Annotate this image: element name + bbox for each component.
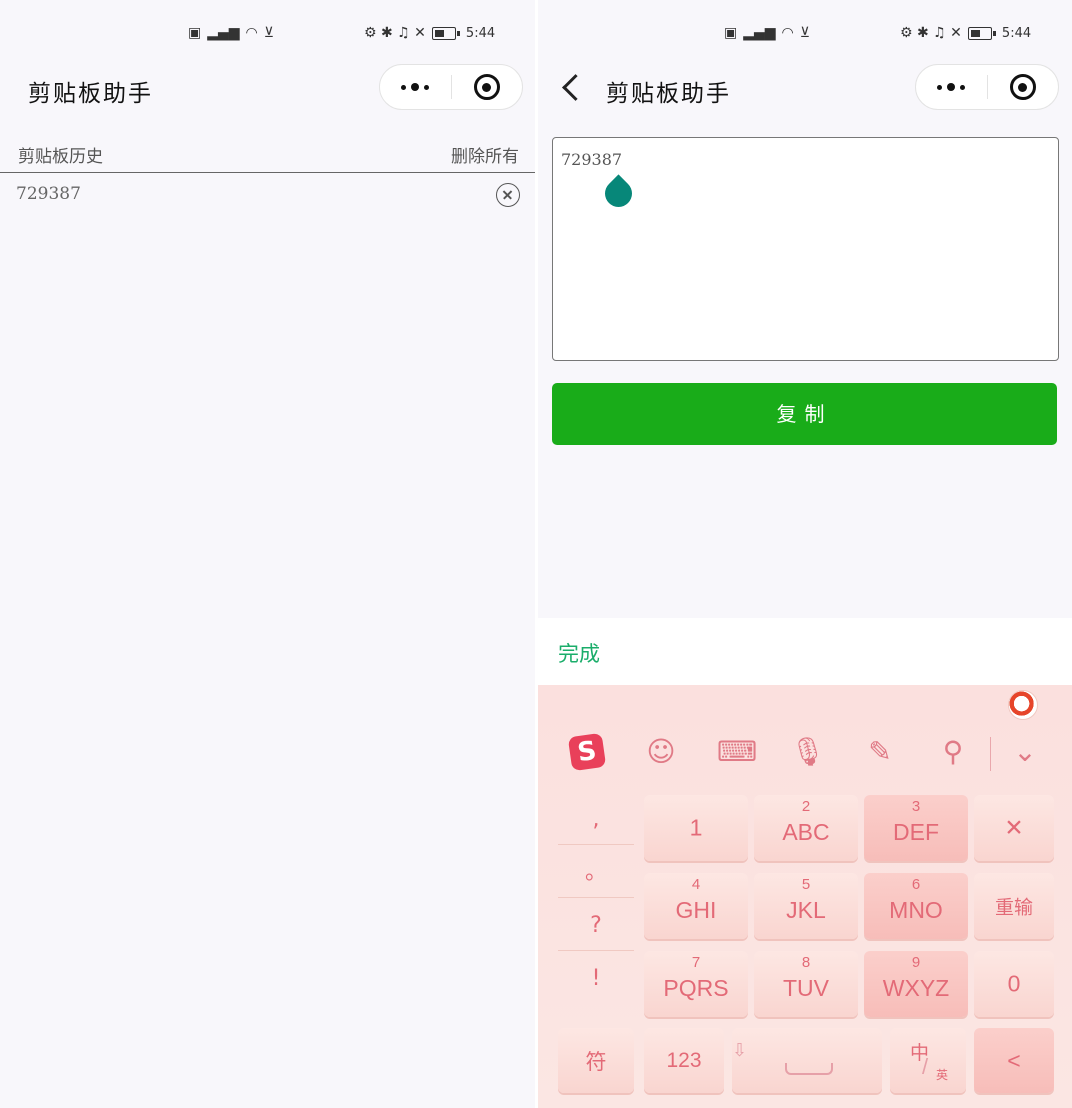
page-title: 剪贴板助手 <box>28 81 153 107</box>
history-header: 剪贴板历史 删除所有 <box>0 138 535 173</box>
search-icon[interactable]: ⚲ <box>936 735 970 769</box>
battery-icon <box>431 26 460 40</box>
close-miniprogram-button[interactable] <box>452 65 523 109</box>
key-mno[interactable]: 6 MNO <box>864 873 968 939</box>
notification-icons: ⚙ ✱ ♫ ✕ <box>364 25 426 41</box>
history-item-value: 729387 <box>16 184 81 204</box>
handwriting-icon[interactable]: ✎ <box>863 735 897 769</box>
status-time: 5:44 <box>465 25 496 41</box>
more-button[interactable] <box>380 65 451 109</box>
status-bar: ▣ ▂▄▆ ◠ ⊻ ⚙ ✱ ♫ ✕ 5:44 <box>538 22 1072 44</box>
key-def[interactable]: 3 DEF <box>864 795 968 861</box>
screen-icon: ▣ <box>724 25 738 41</box>
battery-icon <box>967 26 996 40</box>
more-icon <box>401 83 430 91</box>
back-icon[interactable] <box>558 72 586 104</box>
keyboard-icon[interactable]: ⌨ <box>717 735 757 769</box>
number-mode-key[interactable]: 123 <box>644 1028 724 1093</box>
punct-key[interactable]: ! <box>558 954 634 1004</box>
key-pqrs[interactable]: 7 PQRS <box>644 951 748 1017</box>
punct-key[interactable]: , <box>558 795 634 845</box>
status-bar: ▣ ▂▄▆ ◠ ⊻ ⚙ ✱ ♫ ✕ 5:44 <box>0 22 535 44</box>
notification-icons: ⚙ ✱ ♫ ✕ <box>900 25 962 41</box>
wifi-icon: ◠ <box>245 25 258 41</box>
status-right-icons: ⚙ ✱ ♫ ✕ 5:44 <box>364 22 495 44</box>
clipboard-edit-screen: ▣ ▂▄▆ ◠ ⊻ ⚙ ✱ ♫ ✕ 5:44 剪贴板助手 729387 复制 完… <box>538 0 1072 1108</box>
status-time: 5:44 <box>1001 25 1032 41</box>
key-abc[interactable]: 2 ABC <box>754 795 858 861</box>
status-left-icons: ▣ ▂▄▆ ◠ ⊻ <box>724 22 810 44</box>
target-icon <box>473 74 500 100</box>
clipboard-text-area[interactable]: 729387 <box>552 137 1059 361</box>
screen-icon: ▣ <box>188 25 202 41</box>
done-button[interactable]: 完成 <box>558 638 600 668</box>
slash-glyph: / <box>922 1054 929 1079</box>
delete-all-button[interactable]: 删除所有 <box>451 142 519 167</box>
delete-key[interactable]: ✕ <box>974 795 1054 861</box>
symbol-key[interactable]: 符 <box>558 1028 634 1093</box>
backspace-key[interactable]: < <box>974 1028 1054 1093</box>
punctuation-column: , 。 ? ! <box>558 795 634 1007</box>
history-item[interactable]: 729387 <box>0 178 535 214</box>
clipboard-history-screen: ▣ ▂▄▆ ◠ ⊻ ⚙ ✱ ♫ ✕ 5:44 剪贴板助手 剪贴板历史 删除所有 … <box>0 0 535 1108</box>
skin-avatar-icon[interactable] <box>1008 690 1038 720</box>
punct-key[interactable]: 。 <box>558 848 634 898</box>
history-title: 剪贴板历史 <box>18 147 103 167</box>
signal-icon: ▂▄▆ <box>207 25 240 41</box>
cursor-handle-icon[interactable] <box>603 172 633 208</box>
more-button[interactable] <box>916 65 987 109</box>
reenter-key[interactable]: 重输 <box>974 873 1054 939</box>
punct-key[interactable]: ? <box>558 901 634 951</box>
download-icon: ⊻ <box>263 25 275 41</box>
target-icon <box>1009 74 1036 100</box>
sogou-logo-icon[interactable]: S <box>567 732 607 772</box>
navigation-bar: 剪贴板助手 <box>538 64 1072 112</box>
menu-capsule <box>379 64 523 110</box>
status-right-icons: ⚙ ✱ ♫ ✕ 5:44 <box>900 22 1031 44</box>
emoji-icon[interactable]: ☺ <box>644 735 678 769</box>
status-left-icons: ▣ ▂▄▆ ◠ ⊻ <box>188 22 274 44</box>
key-tuv[interactable]: 8 TUV <box>754 951 858 1017</box>
clear-icon[interactable] <box>496 183 520 207</box>
menu-capsule <box>915 64 1059 110</box>
key-1[interactable]: 1 <box>644 795 748 861</box>
key-ghi[interactable]: 4 GHI <box>644 873 748 939</box>
toolbar-divider <box>990 737 991 771</box>
download-icon: ⊻ <box>799 25 811 41</box>
close-miniprogram-button[interactable] <box>988 65 1059 109</box>
more-icon <box>937 83 966 91</box>
collapse-icon[interactable]: ⌄ <box>1008 735 1042 769</box>
signal-icon: ▂▄▆ <box>743 25 776 41</box>
key-jkl[interactable]: 5 JKL <box>754 873 858 939</box>
keyboard: S ☺ ⌨ 🎙 ✎ ⚲ ⌄ , 。 ? ! 1 2 ABC 3 DEF ✕ 4 <box>538 685 1072 1108</box>
page-title: 剪贴板助手 <box>606 81 731 107</box>
key-wxyz[interactable]: 9 WXYZ <box>864 951 968 1017</box>
space-key[interactable] <box>732 1028 882 1093</box>
navigation-bar: 剪贴板助手 <box>0 64 535 112</box>
wifi-icon: ◠ <box>781 25 794 41</box>
copy-button[interactable]: 复制 <box>552 383 1057 445</box>
text-area-value: 729387 <box>561 150 623 169</box>
language-switch-key[interactable]: 中 / 英 <box>890 1028 966 1093</box>
keyboard-accessory-bar: 完成 <box>538 618 1072 685</box>
key-0[interactable]: 0 <box>974 951 1054 1017</box>
mic-icon[interactable]: 🎙 <box>790 735 826 769</box>
